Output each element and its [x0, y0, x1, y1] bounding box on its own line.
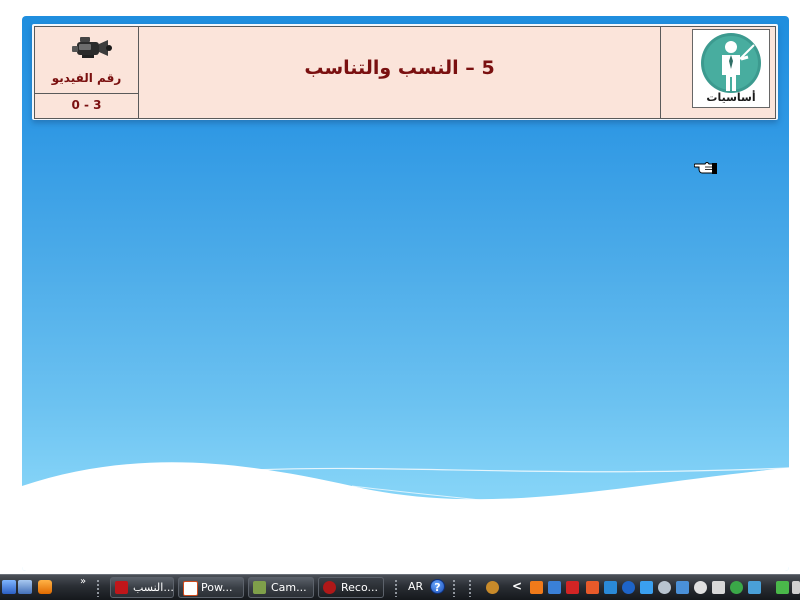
help-icon[interactable]: ? — [430, 579, 445, 594]
basics-badge-panel: أساسيات — [660, 26, 776, 119]
taskbar-button-label: Pow... — [201, 581, 233, 594]
taskbar-button-camtasia[interactable]: Cam... — [248, 577, 314, 598]
pdf-icon — [115, 581, 128, 594]
screen: رقم الفيديو 0 - 3 5 – النسب والتناسب أسا… — [0, 0, 800, 600]
taskbar-button-label: Cam... — [271, 581, 307, 594]
tray-app-icon[interactable] — [694, 581, 707, 594]
tray-app-icon[interactable] — [748, 581, 761, 594]
show-hidden-icons-arrow[interactable]: < — [512, 579, 522, 593]
basics-badge-label: أساسيات — [706, 91, 756, 104]
switch-windows-icon[interactable] — [18, 580, 32, 594]
presentation-slide: رقم الفيديو 0 - 3 5 – النسب والتناسب أسا… — [22, 16, 789, 571]
camtasia-icon — [253, 581, 266, 594]
tray-app-icon[interactable] — [530, 581, 543, 594]
slide-header: رقم الفيديو 0 - 3 5 – النسب والتناسب أسا… — [32, 24, 778, 120]
network-icon[interactable] — [676, 581, 689, 594]
media-player-icon[interactable] — [38, 580, 52, 594]
quick-launch-overflow-chevron[interactable]: » — [80, 576, 86, 587]
video-info-panel: رقم الفيديو 0 - 3 — [34, 26, 140, 119]
powerpoint-icon — [183, 581, 198, 596]
slide-title: 5 – النسب والتناسب — [304, 57, 495, 79]
tray-app-icon[interactable] — [730, 581, 743, 594]
power-icon[interactable] — [776, 581, 789, 594]
hand-pointer-cursor — [694, 162, 717, 174]
video-number-label: رقم الفيديو — [51, 71, 122, 85]
taskbar: » النسب... Pow... Cam... Reco... AR ? < — [0, 574, 800, 600]
tray-app-icon[interactable] — [792, 581, 800, 594]
tray-app-icon[interactable] — [604, 581, 617, 594]
show-desktop-icon[interactable] — [2, 580, 16, 594]
dropbox-icon[interactable] — [640, 581, 653, 594]
rss-icon[interactable] — [486, 581, 499, 594]
video-number-value: 0 - 3 — [71, 98, 102, 112]
taskbar-grip[interactable] — [394, 579, 398, 597]
tray-app-icon[interactable] — [712, 581, 725, 594]
tray-app-icon[interactable] — [548, 581, 561, 594]
tray-app-icon[interactable] — [658, 581, 671, 594]
input-language-indicator[interactable]: AR — [408, 580, 423, 593]
taskbar-grip[interactable] — [468, 579, 472, 597]
bluetooth-icon[interactable] — [622, 581, 635, 594]
taskbar-grip[interactable] — [452, 579, 456, 597]
taskbar-grip[interactable] — [96, 579, 100, 597]
basics-badge: أساسيات — [692, 29, 770, 108]
taskbar-button-recorder[interactable]: Reco... — [318, 577, 384, 598]
taskbar-button-label: Reco... — [341, 581, 378, 594]
video-camera-icon — [72, 37, 112, 58]
taskbar-button-label: النسب... — [133, 581, 174, 594]
taskbar-button-pdf[interactable]: النسب... — [110, 577, 174, 598]
title-panel: 5 – النسب والتناسب — [138, 26, 662, 119]
recorder-icon — [323, 581, 336, 594]
teacher-with-pointer-icon — [701, 33, 761, 93]
tray-app-icon[interactable] — [586, 581, 599, 594]
security-shield-icon[interactable] — [566, 581, 579, 594]
taskbar-button-powerpoint[interactable]: Pow... — [178, 577, 244, 598]
video-label-box: رقم الفيديو — [35, 27, 138, 94]
